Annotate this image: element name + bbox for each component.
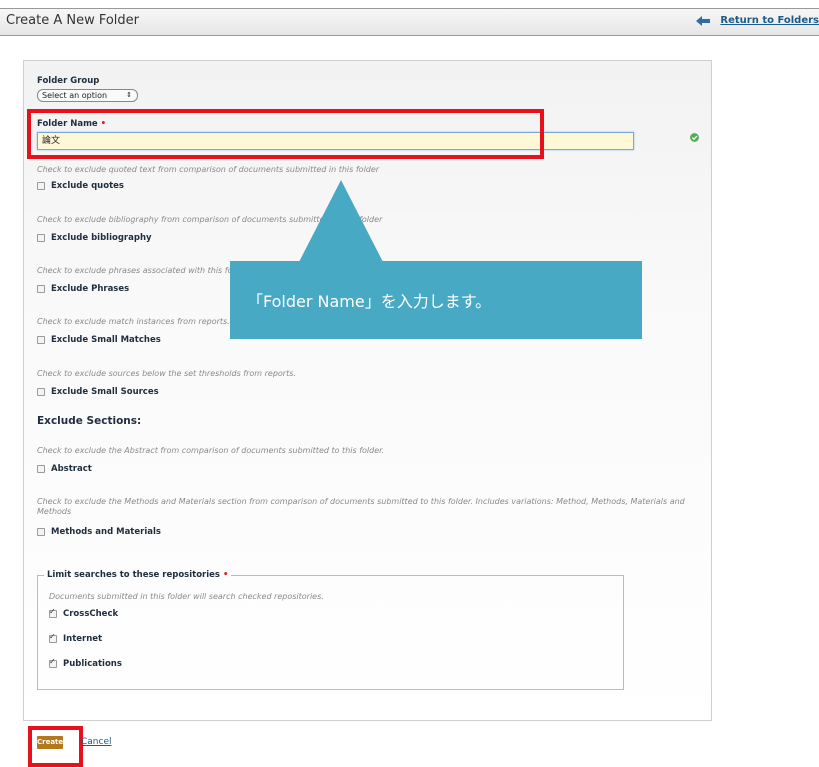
exclude-quotes-label: Exclude quotes <box>51 181 124 191</box>
abstract-hint: Check to exclude the Abstract from compa… <box>37 446 385 455</box>
repositories-hint: Documents submitted in this folder will … <box>49 592 324 601</box>
exclude-phrases-label: Exclude Phrases <box>51 284 130 294</box>
page-header: Create A New Folder Return to Folders <box>0 8 819 36</box>
folder-group-value: Select an option <box>42 91 108 100</box>
return-to-folders-link[interactable]: Return to Folders <box>696 15 819 26</box>
methods-materials-checkbox[interactable] <box>37 528 45 536</box>
exclude-quotes-hint: Check to exclude quoted text from compar… <box>37 165 380 174</box>
exclude-bibliography-label: Exclude bibliography <box>51 233 152 243</box>
abstract-option[interactable]: Abstract <box>37 464 92 474</box>
exclude-quotes-checkbox[interactable] <box>37 182 45 190</box>
crosscheck-checkbox[interactable] <box>49 607 57 618</box>
repo-crosscheck-option[interactable]: CrossCheck <box>49 607 119 619</box>
folder-group-label: Folder Group <box>37 76 100 86</box>
exclude-phrases-option[interactable]: Exclude Phrases <box>37 284 129 294</box>
folder-form-panel: Folder Group Select an option ⇕ Folder N… <box>23 60 712 721</box>
repo-internet-option[interactable]: Internet <box>49 632 103 644</box>
page-title: Create A New Folder <box>6 13 140 28</box>
callout-text: 「Folder Name」を入力します。 <box>247 292 492 311</box>
select-arrows-icon: ⇕ <box>126 91 132 99</box>
exclude-small-matches-checkbox[interactable] <box>37 336 45 344</box>
exclude-small-sources-hint: Check to exclude sources below the set t… <box>37 369 296 378</box>
internet-label: Internet <box>63 634 103 644</box>
exclude-bibliography-option[interactable]: Exclude bibliography <box>37 233 152 243</box>
create-button[interactable]: Create <box>37 736 63 749</box>
instruction-callout: 「Folder Name」を入力します。 <box>230 261 642 339</box>
repositories-fieldset: Limit searches to these repositories • D… <box>37 570 624 690</box>
folder-group-select[interactable]: Select an option ⇕ <box>37 89 138 102</box>
abstract-label: Abstract <box>51 464 92 474</box>
exclude-small-sources-checkbox[interactable] <box>37 388 45 396</box>
repositories-legend-wrap: Limit searches to these repositories • <box>44 570 232 580</box>
back-arrow-icon <box>696 15 711 26</box>
exclude-quotes-option[interactable]: Exclude quotes <box>37 181 124 191</box>
exclude-small-matches-hint: Check to exclude match instances from re… <box>37 317 230 326</box>
exclude-small-sources-option[interactable]: Exclude Small Sources <box>37 387 159 397</box>
required-marker: • <box>222 570 229 580</box>
exclude-small-matches-option[interactable]: Exclude Small Matches <box>37 335 161 345</box>
exclude-sections-heading: Exclude Sections: <box>37 415 142 427</box>
crosscheck-label: CrossCheck <box>63 609 119 619</box>
abstract-checkbox[interactable] <box>37 465 45 473</box>
publications-checkbox[interactable] <box>49 657 57 668</box>
folder-name-highlight <box>27 109 544 159</box>
exclude-bibliography-checkbox[interactable] <box>37 234 45 242</box>
cancel-link[interactable]: Cancel <box>81 737 112 747</box>
exclude-phrases-hint: Check to exclude phrases associated with… <box>37 266 248 275</box>
methods-materials-option[interactable]: Methods and Materials <box>37 527 161 537</box>
callout-pointer <box>299 180 383 262</box>
internet-checkbox[interactable] <box>49 632 57 643</box>
publications-label: Publications <box>63 659 122 669</box>
valid-check-icon <box>690 133 699 142</box>
return-link-label[interactable]: Return to Folders <box>720 15 819 26</box>
repositories-legend: Limit searches to these repositories <box>47 570 220 580</box>
methods-materials-hint: Check to exclude the Methods and Materia… <box>37 497 685 516</box>
methods-materials-label: Methods and Materials <box>51 527 161 537</box>
repo-publications-option[interactable]: Publications <box>49 657 122 669</box>
exclude-phrases-checkbox[interactable] <box>37 285 45 293</box>
exclude-small-matches-label: Exclude Small Matches <box>51 335 161 345</box>
exclude-small-sources-label: Exclude Small Sources <box>51 387 159 397</box>
